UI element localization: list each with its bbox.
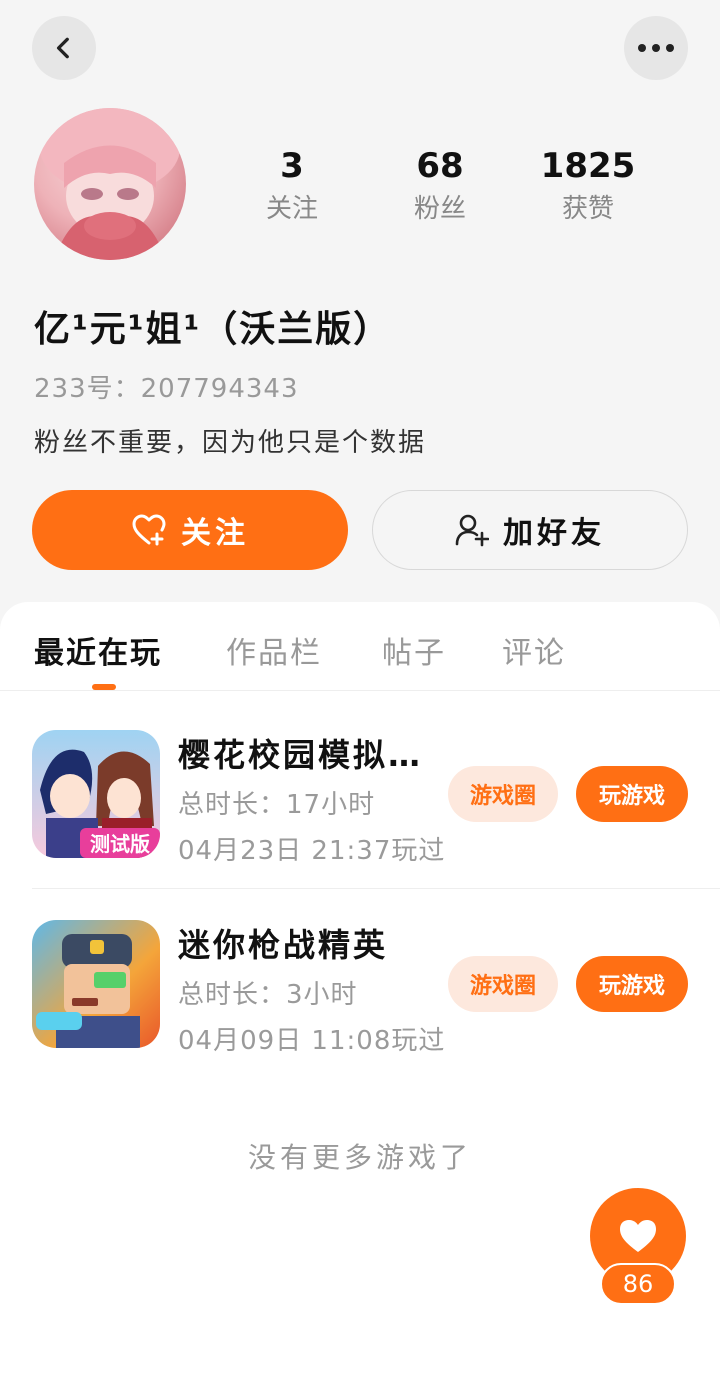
avatar[interactable]	[34, 108, 186, 260]
tab-works[interactable]: 作品栏	[226, 628, 322, 672]
game-title[interactable]: 迷你枪战精英	[178, 920, 388, 966]
tab-comments[interactable]: 评论	[502, 628, 566, 672]
play-game-button[interactable]: 玩游戏	[576, 956, 688, 1012]
no-more-games-text: 没有更多游戏了	[247, 1141, 472, 1174]
play-game-button[interactable]: 玩游戏	[576, 766, 688, 822]
stat-following-label: 关注	[265, 194, 318, 224]
like-count: 86	[600, 1263, 676, 1305]
tab-posts[interactable]: 帖子	[382, 628, 446, 672]
game-last-played: 04月23日 21:37玩过	[178, 836, 446, 866]
follow-button[interactable]: 关注	[32, 490, 348, 570]
user-id-value: 207794343	[140, 374, 299, 404]
add-friend-button-label: 加好友	[503, 516, 605, 551]
username: 亿¹元¹姐¹（沃兰版）	[34, 309, 392, 350]
stat-following[interactable]: 3 关注	[232, 146, 352, 224]
game-icon-sakura[interactable]: 测试版	[32, 730, 160, 858]
chevron-left-icon	[56, 37, 69, 59]
row-divider	[32, 888, 720, 889]
avatar-illustration	[40, 108, 180, 260]
tab-recently-played[interactable]: 最近在玩	[34, 628, 162, 672]
game-icon-mini-gun[interactable]	[32, 920, 160, 1048]
bio: 粉丝不重要，因为他只是个数据	[34, 428, 427, 458]
stat-fans-value: 68	[416, 146, 464, 186]
game-circle-button[interactable]: 游戏圈	[448, 956, 558, 1012]
more-button[interactable]	[624, 16, 688, 80]
stat-following-value: 3	[280, 146, 304, 186]
heart-icon	[620, 1220, 656, 1252]
user-id-label: 233号：	[34, 374, 141, 404]
game-duration: 总时长：17小时	[178, 790, 376, 820]
stat-fans[interactable]: 68 粉丝	[380, 146, 500, 224]
user-id: 233号：207794343	[34, 368, 299, 405]
game-icon-mini-gun-art	[32, 920, 160, 1048]
stat-likes-value: 1825	[540, 146, 636, 186]
stat-likes[interactable]: 1825 获赞	[528, 146, 648, 224]
heart-plus-icon	[132, 514, 166, 546]
game-icon-badge: 测试版	[90, 832, 150, 856]
back-button[interactable]	[32, 16, 96, 80]
game-circle-button[interactable]: 游戏圈	[448, 766, 558, 822]
stat-likes-label: 获赞	[561, 194, 614, 224]
add-user-icon	[455, 514, 489, 547]
game-duration: 总时长：3小时	[178, 980, 358, 1010]
game-title[interactable]: 樱花校园模拟…	[178, 730, 423, 776]
follow-button-label: 关注	[181, 516, 249, 551]
add-friend-button[interactable]: 加好友	[372, 490, 688, 570]
tab-divider	[0, 690, 720, 691]
game-last-played: 04月09日 11:08玩过	[178, 1026, 446, 1056]
more-dots-icon	[638, 44, 674, 52]
stat-fans-label: 粉丝	[413, 194, 466, 224]
